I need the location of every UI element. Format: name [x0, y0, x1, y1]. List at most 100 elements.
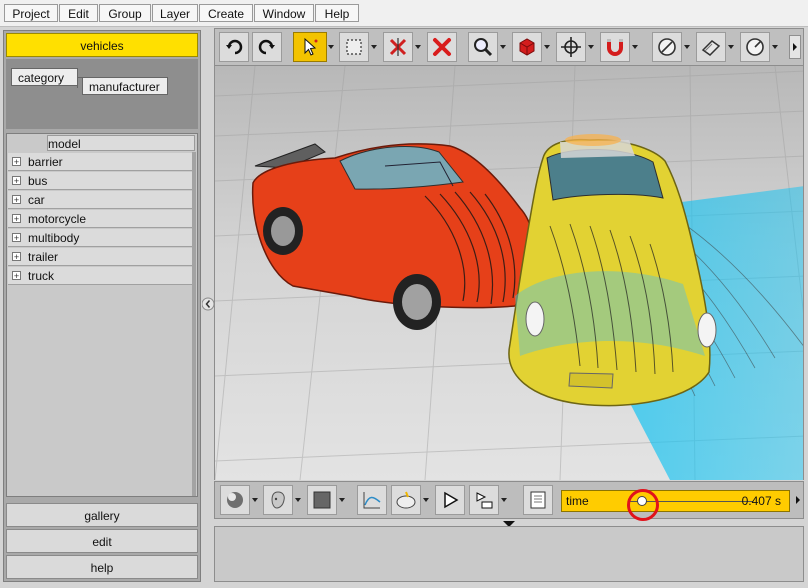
- tab-edit[interactable]: edit: [6, 529, 198, 553]
- play-button[interactable]: [435, 485, 465, 515]
- list-item-label: car: [28, 193, 45, 207]
- manufacturer-filter-label: manufacturer: [89, 80, 160, 94]
- shading-button[interactable]: [220, 485, 250, 515]
- play-list-icon: [476, 492, 493, 509]
- chevron-down-icon[interactable]: [339, 497, 345, 503]
- chevron-down-icon[interactable]: [500, 44, 506, 50]
- square-fill-icon: [313, 491, 331, 509]
- list-item-motorcycle[interactable]: + motorcycle: [8, 210, 194, 228]
- magnet-icon: [607, 39, 623, 56]
- menu-group-label: Group: [108, 7, 142, 21]
- expand-icon[interactable]: +: [12, 233, 21, 243]
- expand-icon[interactable]: +: [12, 271, 21, 281]
- chevron-down-icon[interactable]: [728, 44, 734, 50]
- camera-button[interactable]: [391, 485, 421, 515]
- time-slider[interactable]: [592, 489, 756, 521]
- chevron-down-icon[interactable]: [588, 44, 594, 50]
- play-list-button[interactable]: [469, 485, 499, 515]
- menu-layer-label: Layer: [159, 7, 191, 21]
- chevron-left-icon: [201, 297, 215, 311]
- notes-button[interactable]: [523, 485, 553, 515]
- main-toolbar: [214, 28, 804, 66]
- select-tool-button[interactable]: [293, 32, 327, 62]
- bottom-toolbar-overflow-button[interactable]: [793, 488, 803, 512]
- list-item-bus[interactable]: + bus: [8, 172, 194, 190]
- tab-gallery[interactable]: gallery: [6, 503, 198, 527]
- chevron-down-icon[interactable]: [772, 44, 778, 50]
- notes-icon: [530, 491, 546, 509]
- chevron-down-icon[interactable]: [328, 44, 334, 50]
- playback-toolbar: time 0.407 s: [214, 481, 804, 521]
- curve-button[interactable]: [357, 485, 387, 515]
- time-label: time: [566, 494, 589, 508]
- expand-icon[interactable]: +: [12, 252, 21, 262]
- menu-project[interactable]: Project: [4, 4, 58, 22]
- chevron-down-icon[interactable]: [501, 497, 507, 503]
- undo-button[interactable]: [219, 32, 249, 62]
- menu-window-label: Window: [262, 7, 306, 21]
- filter-connector-line: [77, 77, 78, 88]
- collapse-panel-button[interactable]: [201, 296, 215, 312]
- tab-vehicles[interactable]: vehicles: [6, 33, 198, 57]
- time-value: 0.407 s: [741, 494, 781, 508]
- chevron-down-icon[interactable]: [684, 44, 690, 50]
- chevron-down-icon[interactable]: [423, 497, 429, 503]
- crash-scene: [215, 66, 803, 480]
- magnet-button[interactable]: [600, 32, 630, 62]
- shading-sphere-icon: [227, 492, 243, 508]
- toolbar-overflow-button[interactable]: [789, 35, 801, 59]
- list-item-multibody[interactable]: + multibody: [8, 229, 194, 247]
- 3d-viewport[interactable]: [214, 66, 804, 480]
- column-header-model[interactable]: model: [47, 135, 195, 151]
- select-cursor-icon: [304, 37, 318, 56]
- menu-edit[interactable]: Edit: [59, 4, 98, 22]
- chevron-down-icon[interactable]: [252, 497, 258, 503]
- list-scrollbar[interactable]: [192, 152, 196, 496]
- menu-edit-label: Edit: [68, 7, 89, 21]
- zoom-button[interactable]: [468, 32, 498, 62]
- chevron-down-icon[interactable]: [632, 44, 638, 50]
- time-slider-panel[interactable]: time 0.407 s: [561, 489, 790, 521]
- cube-view-button[interactable]: [512, 32, 542, 62]
- delete-link-button[interactable]: [383, 32, 413, 62]
- list-item-car[interactable]: + car: [8, 191, 194, 209]
- menu-group[interactable]: Group: [99, 4, 151, 22]
- selection-box-icon: [346, 39, 362, 55]
- menu-window[interactable]: Window: [254, 4, 314, 22]
- cube-icon: [519, 38, 535, 56]
- chevron-right-icon: [796, 496, 800, 504]
- delete-button[interactable]: [427, 32, 457, 62]
- sidebar-panel: vehicles category manufacturer model + b…: [3, 30, 201, 582]
- camera-icon: [396, 491, 416, 509]
- measure-angle-button[interactable]: [652, 32, 682, 62]
- manufacturer-filter[interactable]: manufacturer: [82, 77, 168, 95]
- move-button[interactable]: [556, 32, 586, 62]
- category-filter[interactable]: category: [11, 68, 78, 86]
- chevron-down-icon[interactable]: [415, 44, 421, 50]
- expand-icon[interactable]: +: [12, 176, 21, 186]
- head-view-button[interactable]: [263, 485, 293, 515]
- tab-help[interactable]: help: [6, 555, 198, 579]
- list-item-truck[interactable]: + truck: [8, 267, 194, 285]
- expand-icon[interactable]: +: [12, 157, 21, 167]
- menu-create[interactable]: Create: [199, 4, 253, 22]
- column-header-label: model: [48, 137, 81, 151]
- color-fill-button[interactable]: [307, 485, 337, 515]
- chevron-down-icon[interactable]: [371, 44, 377, 50]
- expand-icon[interactable]: +: [12, 195, 21, 205]
- tab-edit-label: edit: [92, 535, 112, 549]
- chevron-down-icon[interactable]: [295, 497, 301, 503]
- selection-box-button[interactable]: [339, 32, 369, 62]
- measure-distance-button[interactable]: [740, 32, 770, 62]
- filter-area: category manufacturer: [6, 59, 198, 129]
- zoom-icon: [474, 38, 493, 57]
- list-item-trailer[interactable]: + trailer: [8, 248, 194, 266]
- expand-icon[interactable]: +: [12, 214, 21, 224]
- tab-vehicles-label: vehicles: [80, 39, 124, 53]
- menu-help[interactable]: Help: [315, 4, 359, 22]
- redo-button[interactable]: [252, 32, 282, 62]
- menu-layer[interactable]: Layer: [152, 4, 198, 22]
- measure-plane-button[interactable]: [696, 32, 726, 62]
- chevron-down-icon[interactable]: [544, 44, 550, 50]
- list-item-barrier[interactable]: + barrier: [8, 153, 194, 171]
